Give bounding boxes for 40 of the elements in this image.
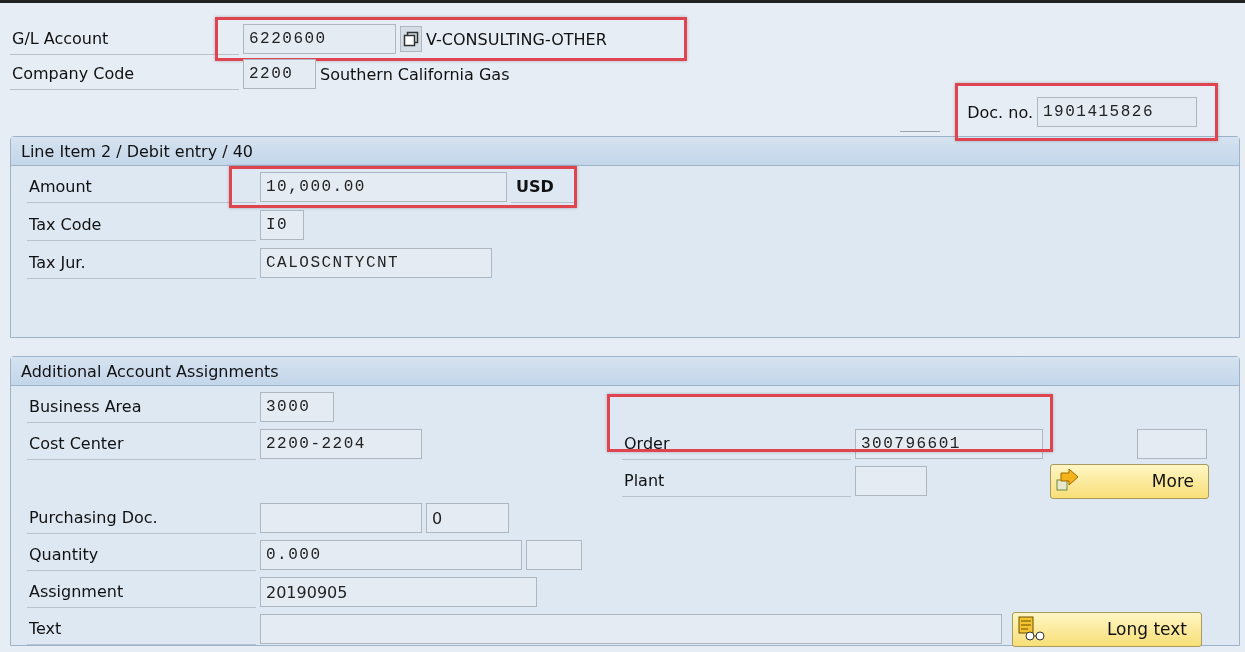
panel-title: Line Item 2 / Debit entry / 40 xyxy=(21,141,254,161)
field-label: Cost Center xyxy=(29,435,124,452)
field-label: Quantity xyxy=(29,546,99,563)
field-label: Tax Code xyxy=(29,216,102,233)
input-field[interactable] xyxy=(855,466,927,496)
input-field[interactable] xyxy=(260,614,1002,644)
input-field[interactable]: 0 xyxy=(426,503,509,533)
field-label: Assignment xyxy=(29,583,124,600)
field-label: Purchasing Doc. xyxy=(29,509,158,526)
field-label: Text xyxy=(29,620,62,637)
field-label: Doc. no. xyxy=(967,102,1033,122)
document-glasses-icon xyxy=(1017,616,1045,642)
arrow-icon xyxy=(1055,468,1081,494)
field-label: Company Code xyxy=(12,65,135,82)
input-field[interactable]: 0.000 xyxy=(260,540,522,570)
field-description: V-CONSULTING-OTHER xyxy=(426,29,607,49)
field-label: Amount xyxy=(29,178,92,195)
field-label: Business Area xyxy=(29,398,142,415)
field-description: Southern California Gas xyxy=(320,64,510,84)
field-label: Plant xyxy=(624,471,665,490)
input-field[interactable] xyxy=(526,540,582,570)
input-field[interactable]: 2200-2204 xyxy=(260,429,422,459)
copy-icon[interactable] xyxy=(400,26,422,52)
input-field[interactable]: 10,000.00 xyxy=(260,172,507,202)
currency-unit: USD xyxy=(511,171,576,203)
input-field[interactable]: CALOSCNTYCNT xyxy=(260,248,492,278)
field-label: Tax Jur. xyxy=(29,254,86,271)
input-field[interactable]: 1901415826 xyxy=(1037,97,1197,127)
field-label: G/L Account xyxy=(12,30,109,47)
input-field[interactable]: I0 xyxy=(260,210,304,240)
input-field[interactable]: 6220600 xyxy=(243,24,396,54)
input-field[interactable]: 2200 xyxy=(243,59,316,89)
field-label: Order xyxy=(624,434,670,453)
input-field[interactable]: 3000 xyxy=(260,392,334,422)
input-field[interactable]: 20190905 xyxy=(260,577,537,607)
panel-title: Additional Account Assignments xyxy=(21,361,279,381)
input-field[interactable] xyxy=(260,503,422,533)
input-field[interactable] xyxy=(1137,429,1207,459)
long-text-button[interactable]: Long text xyxy=(1012,611,1202,647)
more-button[interactable]: More xyxy=(1050,463,1209,499)
